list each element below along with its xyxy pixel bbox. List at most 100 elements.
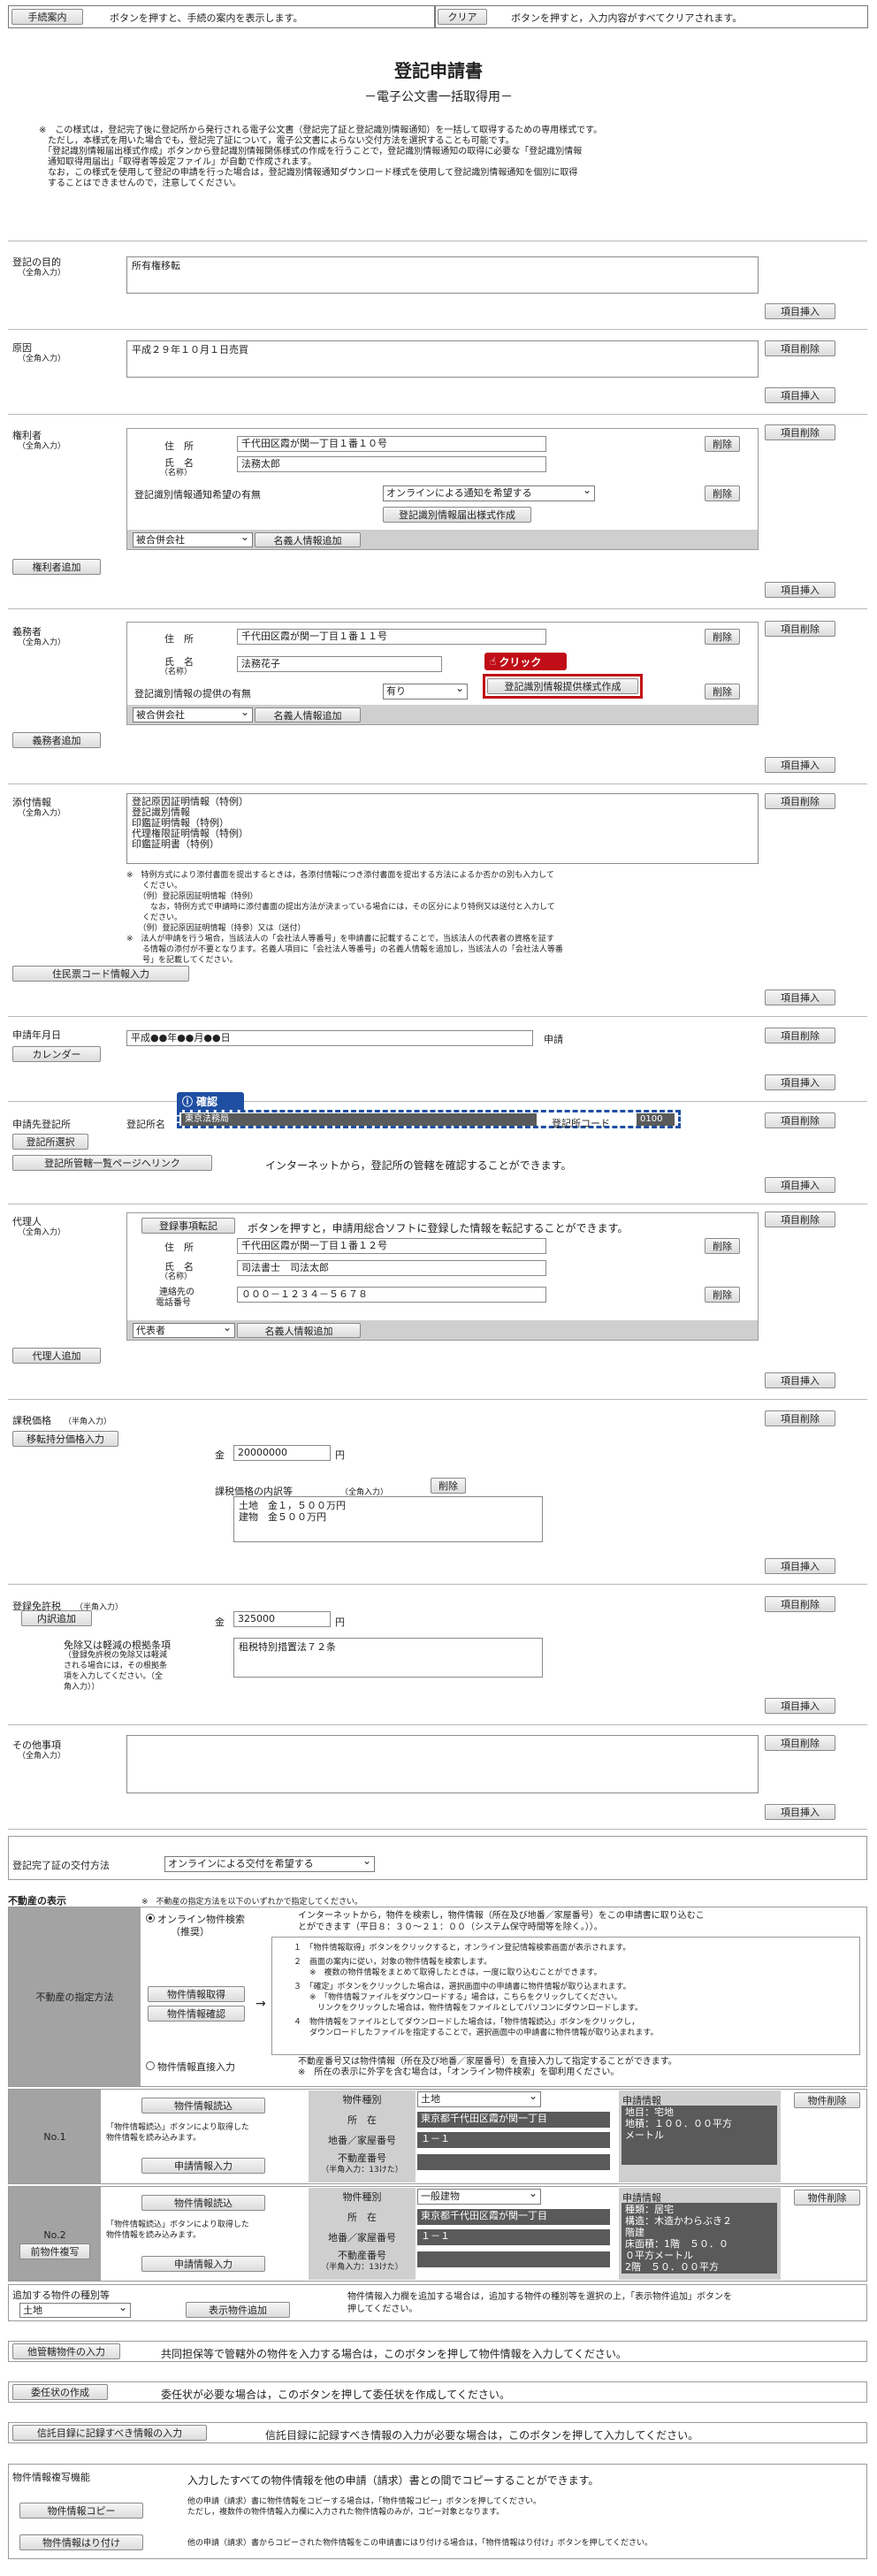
item-insert-button[interactable]: 項目挿入 <box>765 1177 835 1193</box>
obligor-name-input[interactable]: 法務花子 <box>237 656 442 672</box>
item-delete-button[interactable]: 項目削除 <box>765 1212 835 1227</box>
item-delete-button[interactable]: 項目削除 <box>765 621 835 637</box>
attachments-field[interactable]: 登記原因証明情報（特例） 登記識別情報 印鑑証明情報（特例） 代理権限証明情報（… <box>126 793 759 864</box>
clear-button[interactable]: クリア <box>438 9 487 25</box>
delete-button[interactable]: 削除 <box>705 485 740 501</box>
delete-button[interactable]: 削除 <box>705 1238 740 1254</box>
tax-share-button[interactable]: 移転持分価格入力 <box>12 1431 118 1447</box>
office-link-desc: インターネットから，登記所の管轄を確認することができます。 <box>265 1159 572 1172</box>
delete-button[interactable]: 削除 <box>705 629 740 645</box>
purpose-field[interactable]: 所有権移転 <box>126 256 759 294</box>
item-delete-button[interactable]: 項目削除 <box>765 1112 835 1128</box>
agent-name-input[interactable]: 司法書士 司法太郎 <box>237 1260 546 1276</box>
agent-add-button[interactable]: 代理人追加 <box>12 1348 101 1364</box>
property-get-button[interactable]: 物件情報取得 <box>148 1986 245 2002</box>
item-delete-button[interactable]: 項目削除 <box>765 340 835 356</box>
add-prop-button[interactable]: 表示物件追加 <box>186 2302 290 2318</box>
item-delete-button[interactable]: 項目削除 <box>765 1735 835 1751</box>
holder-merge-select[interactable]: 被合併会社 <box>133 531 253 547</box>
item-insert-button[interactable]: 項目挿入 <box>765 1074 835 1090</box>
item-insert-button[interactable]: 項目挿入 <box>765 387 835 403</box>
delete-button[interactable]: 削除 <box>705 436 740 452</box>
type-select[interactable]: 土地 <box>417 2090 541 2107</box>
holder-name-input[interactable]: 法務太郎 <box>237 456 546 472</box>
resident-code-button[interactable]: 住民票コード情報入力 <box>12 966 189 982</box>
agent-phone-input[interactable]: ０００－１２３４－５６７８ <box>237 1287 546 1303</box>
guide-button[interactable]: 手続案内 <box>11 9 83 25</box>
item-delete-button[interactable]: 項目削除 <box>765 793 835 809</box>
divider <box>8 1829 867 1830</box>
type-select[interactable]: 一般建物 <box>417 2187 541 2205</box>
other-field[interactable] <box>126 1735 759 1793</box>
tax-base-input[interactable]: 20000000 <box>233 1445 331 1461</box>
obligor-name-sub: （名称） <box>160 668 193 676</box>
calendar-button[interactable]: カレンダー <box>12 1046 101 1062</box>
apply-info-button[interactable]: 申請情報入力 <box>141 2158 265 2174</box>
obligor-address-input[interactable]: 千代田区霞が関一丁目１番１１号 <box>237 629 546 645</box>
holder-form-button[interactable]: 登記識別情報届出様式作成 <box>383 507 531 523</box>
office-select-button[interactable]: 登記所選択 <box>12 1134 88 1150</box>
obligor-merge-select[interactable]: 被合併会社 <box>133 706 253 722</box>
trust-button[interactable]: 信託目録に記録すべき情報の入力 <box>12 2425 207 2441</box>
tax-base-label: 課税価格 <box>12 1415 51 1426</box>
exempt-field[interactable]: 租税特別措置法７２条 <box>233 1638 543 1678</box>
item-insert-button[interactable]: 項目挿入 <box>765 990 835 1005</box>
license-tax-input[interactable]: 325000 <box>233 1611 331 1627</box>
item-delete-button[interactable]: 項目削除 <box>765 424 835 440</box>
obligor-provide-select[interactable]: 有り <box>383 682 468 699</box>
office-link-button[interactable]: 登記所管轄一覧ページへリンク <box>12 1155 212 1171</box>
obligor-add-button[interactable]: 義務者追加 <box>12 732 101 748</box>
online-desc: インターネットから，物件を検索し，物件情報（所在及び地番／家屋番号）をこの申請書… <box>298 1911 705 1932</box>
delete-button[interactable]: 削除 <box>705 684 740 699</box>
holder-address-input[interactable]: 千代田区霞が関一丁目１番１０号 <box>237 436 546 452</box>
apply-info-button[interactable]: 申請情報入力 <box>141 2256 265 2272</box>
holder-name-add-button[interactable]: 名義人情報追加 <box>255 532 361 547</box>
breakdown-add-button[interactable]: 内訳追加 <box>21 1610 92 1626</box>
holder-add-button[interactable]: 権利者追加 <box>12 559 101 575</box>
item-insert-button[interactable]: 項目挿入 <box>765 582 835 598</box>
property-method-label: 不動産の指定方法 <box>35 1991 114 2003</box>
property-view-button[interactable]: 物件情報確認 <box>148 2006 245 2022</box>
add-prop-desc: 物件情報入力欄を追加する場合は，追加する物件の種別等を選択の上，「表示物件追加」… <box>347 2292 732 2314</box>
obligor-form-button[interactable]: 登記識別情報提供様式作成 <box>487 678 638 694</box>
copy-previous-button[interactable]: 前物件複写 <box>19 2243 90 2259</box>
item-delete-button[interactable]: 項目削除 <box>765 1596 835 1612</box>
item-delete-button[interactable]: 項目削除 <box>765 1410 835 1426</box>
delivery-select[interactable]: オンラインによる交付を希望する <box>164 1854 375 1872</box>
delivery-label: 登記完了証の交付方法 <box>12 1860 110 1871</box>
item-insert-button[interactable]: 項目挿入 <box>765 303 835 319</box>
agent-role-select[interactable]: 代表者 <box>133 1321 235 1338</box>
delete-button[interactable]: 削除 <box>431 1478 466 1494</box>
agent-name-add-button[interactable]: 名義人情報追加 <box>237 1323 361 1338</box>
power-of-attorney-button[interactable]: 委任状の作成 <box>12 2384 108 2400</box>
office-name-field: 東京法務局 <box>181 1113 537 1126</box>
online-radio[interactable] <box>146 1914 155 1922</box>
license-tax-kin: 金 <box>215 1617 225 1628</box>
item-insert-button[interactable]: 項目挿入 <box>765 757 835 773</box>
obligor-name-add-button[interactable]: 名義人情報追加 <box>255 707 361 722</box>
delete-button[interactable]: 削除 <box>705 1287 740 1303</box>
property-delete-button[interactable]: 物件削除 <box>794 2092 860 2108</box>
direct-desc: 不動産番号又は物件情報（所在及び地番／家屋番号）を直接入力して指定することができ… <box>298 2057 677 2077</box>
agent-transfer-button[interactable]: 登録事項転記 <box>141 1218 235 1234</box>
other-jurisdiction-button[interactable]: 他管轄物件の入力 <box>12 2343 120 2359</box>
item-no: No.1 <box>43 2130 66 2143</box>
property-delete-button[interactable]: 物件削除 <box>794 2190 860 2205</box>
item-delete-button[interactable]: 項目削除 <box>765 1028 835 1043</box>
property-read-button[interactable]: 物件情報読込 <box>141 2195 265 2211</box>
holder-notify-select[interactable]: オンラインによる通知を希望する <box>383 484 595 501</box>
item-insert-button[interactable]: 項目挿入 <box>765 1372 835 1388</box>
add-prop-select[interactable]: 土地 <box>19 2301 131 2318</box>
property-paste-button[interactable]: 物件情報はり付け <box>19 2534 143 2550</box>
item-insert-button[interactable]: 項目挿入 <box>765 1698 835 1714</box>
property-copy-button[interactable]: 物件情報コピー <box>19 2503 143 2519</box>
item-insert-button[interactable]: 項目挿入 <box>765 1558 835 1574</box>
tax-detail-field[interactable]: 土地 金１，５００万円 建物 金５００万円 <box>233 1496 543 1542</box>
cause-field[interactable]: 平成２９年１０月１日売買 <box>126 340 759 378</box>
property-read-button[interactable]: 物件情報読込 <box>141 2098 265 2114</box>
agent-address-input[interactable]: 千代田区霞が関一丁目１番１２号 <box>237 1238 546 1254</box>
other-sub: （全角入力） <box>18 1752 66 1761</box>
item-insert-button[interactable]: 項目挿入 <box>765 1804 835 1820</box>
date-input[interactable]: 平成●●年●●月●●日 <box>126 1030 533 1046</box>
direct-radio[interactable] <box>146 2061 155 2070</box>
